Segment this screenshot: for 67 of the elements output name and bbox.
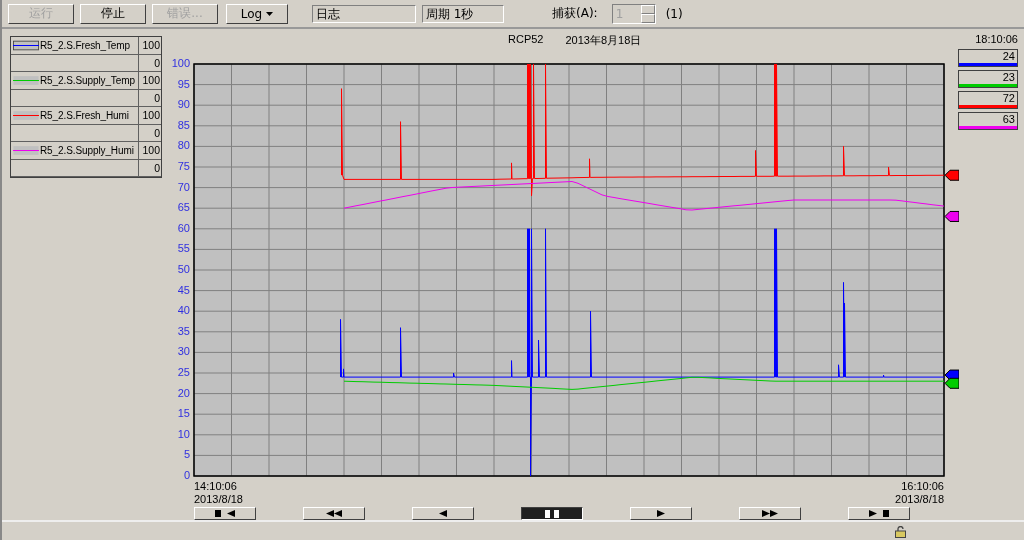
y-tick-label: 80	[177, 139, 190, 152]
min-value: 0	[153, 160, 161, 176]
current-value-box: 23	[958, 70, 1018, 89]
capture-label: 捕获(A):	[552, 5, 598, 23]
value-marker[interactable]	[944, 378, 959, 390]
legend-item[interactable]: R5_2.S.Fresh_Temp	[11, 37, 139, 54]
max-value: 100	[141, 108, 161, 124]
log-dropdown[interactable]: Log	[226, 3, 288, 24]
y-tick-label: 85	[177, 119, 190, 132]
y-tick-label: 30	[177, 345, 190, 358]
y-tick-label: 20	[177, 387, 190, 399]
pause-icon	[545, 509, 559, 518]
end-date: 2013/8/18	[895, 493, 944, 507]
y-tick-label: 40	[177, 304, 190, 317]
skip-to-start-icon	[215, 510, 235, 518]
max-value: 100	[141, 73, 161, 89]
y-tick-label: 70	[177, 181, 190, 193]
playback-button[interactable]	[521, 507, 583, 521]
y-tick-label: 25	[177, 366, 190, 379]
min-value: 0	[153, 90, 161, 106]
legend-item[interactable]: R5_2.S.Supply_Humi	[11, 142, 139, 159]
y-tick-label: 95	[177, 78, 190, 90]
current-value-box: 63	[958, 112, 1018, 131]
series-name: R5_2.S.Fresh_Humi	[40, 110, 129, 122]
legend-item[interactable]: R5_2.S.Supply_Temp	[11, 72, 139, 89]
value-marker[interactable]	[944, 170, 959, 182]
y-tick-label: 0	[183, 469, 190, 481]
lock-icon	[895, 526, 906, 539]
y-tick-label: 50	[177, 263, 190, 276]
play-icon	[657, 510, 665, 518]
skip-to-end-icon	[869, 510, 889, 518]
capture-count: (1)	[665, 6, 683, 21]
y-tick-label: 15	[177, 407, 190, 420]
series-name: R5_2.S.Fresh_Temp	[40, 40, 130, 52]
series-name: R5_2.S.Supply_Humi	[40, 145, 134, 157]
start-date: 2013/8/18	[194, 493, 243, 507]
y-tick-label: 60	[177, 222, 190, 235]
y-tick-label: 100	[171, 57, 190, 70]
y-tick-label: 35	[177, 325, 190, 338]
current-value-box: 72	[958, 91, 1018, 110]
y-tick-label: 5	[183, 448, 190, 461]
chart-date: 2013年8月18日	[565, 33, 642, 49]
log-field: 日志	[312, 4, 416, 23]
series-name: R5_2.S.Supply_Temp	[40, 75, 135, 87]
min-value: 0	[153, 125, 161, 141]
current-time: 18:10:06	[975, 32, 1018, 48]
caret-icon	[266, 11, 274, 16]
max-value: 100	[141, 143, 161, 159]
period-field: 周期 1秒	[422, 4, 504, 23]
legend-item[interactable]: R5_2.S.Fresh_Humi	[11, 107, 139, 124]
y-tick-label: 45	[177, 284, 190, 296]
y-tick-label: 55	[177, 242, 190, 255]
toolbar-button[interactable]: 停止	[80, 3, 146, 24]
y-tick-label: 65	[177, 201, 190, 214]
start-time: 14:10:06	[194, 480, 238, 494]
value-marker[interactable]	[944, 211, 959, 223]
end-time: 16:10:06	[901, 480, 944, 494]
fast-forward-icon	[762, 510, 778, 518]
min-value: 0	[153, 55, 161, 71]
step-back-icon	[439, 510, 447, 518]
y-tick-label: 75	[177, 160, 190, 173]
current-value-box: 24	[958, 49, 1018, 68]
fast-rewind-icon	[326, 510, 342, 518]
chart-title: RCP52	[508, 33, 544, 48]
max-value: 100	[141, 38, 161, 54]
y-tick-label: 90	[177, 98, 190, 111]
y-tick-label: 10	[177, 428, 190, 441]
